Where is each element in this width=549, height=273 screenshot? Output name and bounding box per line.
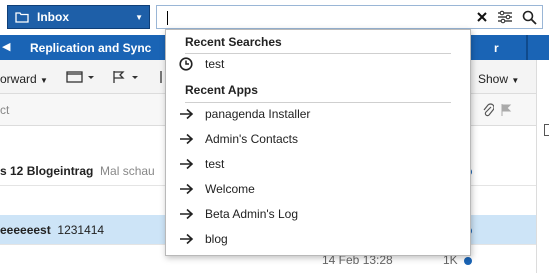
forward-button[interactable]: orward ▼ bbox=[0, 72, 48, 86]
recent-app-label: panagenda Installer bbox=[205, 107, 311, 121]
unread-dot[interactable] bbox=[464, 257, 472, 265]
search-suggestions-dropdown: Recent Searches test Recent Apps panagen… bbox=[165, 29, 471, 256]
message-preview: Mal schau bbox=[100, 164, 155, 178]
tab-divider bbox=[526, 35, 528, 60]
folder-selector[interactable]: Inbox ▼ bbox=[7, 5, 150, 29]
folder-move-icon[interactable] bbox=[66, 70, 96, 87]
recent-searches-title: Recent Searches bbox=[185, 35, 282, 49]
text-cursor bbox=[167, 11, 168, 25]
preview-pane-edge bbox=[536, 60, 549, 273]
arrow-right-icon bbox=[175, 206, 197, 222]
arrow-right-icon bbox=[175, 131, 197, 147]
preview-pane-icon bbox=[544, 124, 549, 136]
arrow-right-icon bbox=[175, 231, 197, 247]
recent-app-label: Admin's Contacts bbox=[205, 132, 298, 146]
message-text: s 12 Blogeintrag Mal schau bbox=[0, 164, 155, 178]
clear-icon[interactable] bbox=[474, 9, 490, 25]
recent-app-item[interactable]: Admin's Contacts bbox=[172, 128, 464, 150]
tab-scroll-left-icon[interactable]: ◀ bbox=[2, 40, 10, 53]
arrow-right-icon bbox=[175, 106, 197, 122]
recent-app-label: Welcome bbox=[205, 182, 255, 196]
subject-column-header[interactable]: ct bbox=[0, 103, 9, 117]
recent-app-item[interactable]: panagenda Installer bbox=[172, 103, 464, 125]
folder-icon bbox=[15, 11, 29, 23]
search-icon[interactable] bbox=[521, 9, 537, 25]
recent-app-item[interactable]: Welcome bbox=[172, 178, 464, 200]
filter-icon[interactable] bbox=[497, 9, 513, 25]
flag-column-icon[interactable] bbox=[500, 103, 512, 120]
recent-app-item[interactable]: Beta Admin's Log bbox=[172, 203, 464, 225]
clock-icon bbox=[175, 56, 197, 72]
search-box[interactable] bbox=[156, 5, 543, 29]
show-label: Show bbox=[478, 72, 509, 86]
recent-app-label: blog bbox=[205, 232, 228, 246]
message-subject: s 12 Blogeintrag bbox=[0, 164, 94, 178]
show-button[interactable]: Show ▼ bbox=[478, 72, 519, 86]
arrow-right-icon bbox=[175, 181, 197, 197]
recent-app-label: test bbox=[205, 157, 225, 171]
folder-label: Inbox bbox=[37, 10, 69, 24]
search-input[interactable] bbox=[161, 8, 461, 26]
chevron-down-icon: ▼ bbox=[135, 12, 143, 22]
arrow-right-icon bbox=[175, 156, 197, 172]
recent-apps-title: Recent Apps bbox=[185, 83, 258, 97]
recent-app-label: Beta Admin's Log bbox=[205, 207, 299, 221]
recent-app-item[interactable]: blog bbox=[172, 228, 464, 250]
recent-search-label: test bbox=[205, 57, 225, 71]
attachment-icon[interactable] bbox=[482, 103, 495, 120]
recent-search-item[interactable]: test bbox=[172, 53, 464, 75]
message-subject: eeeeeest bbox=[0, 223, 51, 237]
message-preview: 1231414 bbox=[57, 223, 105, 237]
recent-app-item[interactable]: test bbox=[172, 153, 464, 175]
message-text: eeeeeest 1231414 bbox=[0, 223, 104, 237]
forward-label: orward bbox=[0, 72, 37, 86]
flag-icon[interactable] bbox=[112, 70, 142, 87]
tab-partial[interactable]: r bbox=[494, 41, 499, 55]
tab-replication-and-sync[interactable]: Replication and Sync bbox=[30, 41, 151, 55]
